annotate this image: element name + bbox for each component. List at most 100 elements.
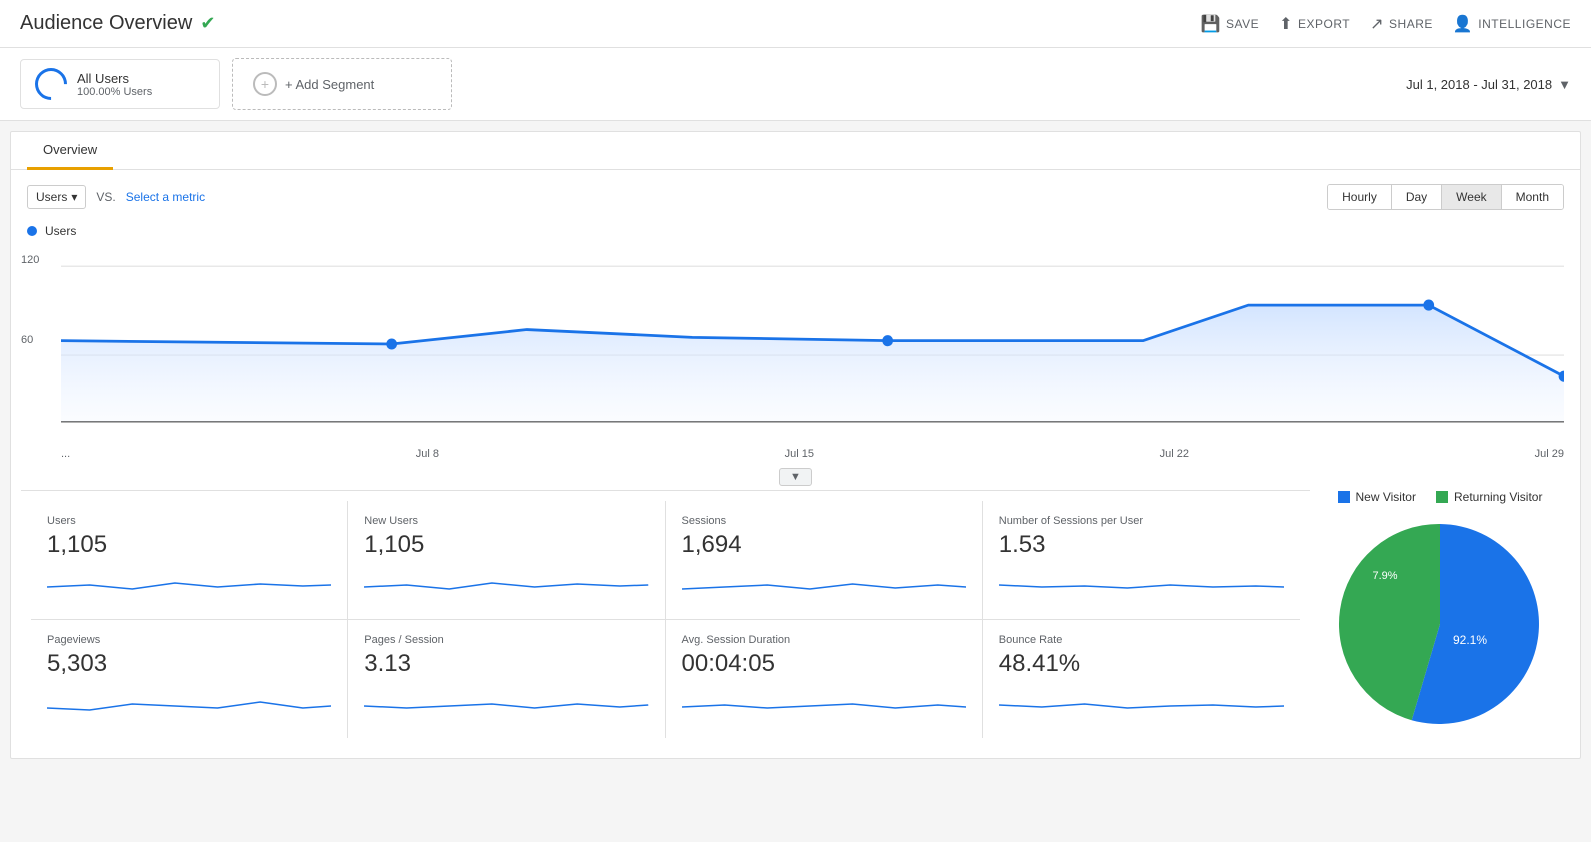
chart-point [882, 335, 893, 346]
time-btn-day[interactable]: Day [1392, 185, 1442, 209]
add-segment-label: + Add Segment [285, 77, 374, 92]
sparkline-new-users [364, 567, 648, 602]
metric-card-bounce-rate: Bounce Rate 48.41% [983, 620, 1300, 738]
metric-label-pages-session: Pages / Session [364, 634, 648, 646]
returning-visitor-label: Returning Visitor [1454, 490, 1543, 504]
shield-icon: ✔ [200, 13, 215, 34]
metric-card-sessions: Sessions 1,694 [666, 501, 983, 620]
pie-legend: New Visitor Returning Visitor [1338, 490, 1543, 504]
pie-wrapper: New Visitor Returning Visitor [1310, 490, 1570, 748]
metric-dropdown-arrow: ▾ [71, 190, 77, 204]
returning-visitor-color-swatch [1436, 491, 1448, 503]
intelligence-icon: 👤 [1453, 14, 1473, 34]
chart-collapse-area: ▼ [11, 468, 1580, 486]
metric-label-sessions-per-user: Number of Sessions per User [999, 515, 1284, 527]
users-legend-dot [27, 226, 37, 236]
save-icon: 💾 [1201, 14, 1221, 34]
chart-area: 120 60 [11, 244, 1580, 444]
metric-card-new-users: New Users 1,105 [348, 501, 665, 620]
export-button[interactable]: ⬆ EXPORT [1279, 14, 1350, 34]
export-icon: ⬆ [1279, 14, 1293, 34]
metric-value-bounce-rate: 48.41% [999, 650, 1284, 678]
time-btn-hourly[interactable]: Hourly [1328, 185, 1392, 209]
metric-label-sessions: Sessions [682, 515, 966, 527]
header-actions: 💾 SAVE ⬆ EXPORT ↗ SHARE 👤 INTELLIGENCE [1201, 14, 1571, 34]
tab-overview[interactable]: Overview [27, 132, 113, 170]
x-label-jul29: Jul 29 [1535, 448, 1564, 460]
header-left: Audience Overview ✔ [20, 12, 215, 35]
time-btn-week[interactable]: Week [1442, 185, 1501, 209]
main-content: Overview Users ▾ VS. Select a metric Hou… [10, 131, 1581, 759]
time-btn-month[interactable]: Month [1502, 185, 1563, 209]
metric-value-new-users: 1,105 [364, 531, 648, 559]
share-icon: ↗ [1370, 14, 1384, 34]
chart-fill-area [61, 305, 1564, 422]
share-button[interactable]: ↗ SHARE [1370, 14, 1433, 34]
all-users-segment[interactable]: All Users 100.00% Users [20, 59, 220, 109]
segment-name: All Users [77, 71, 152, 86]
metric-value-avg-session: 00:04:05 [682, 650, 966, 678]
save-button[interactable]: 💾 SAVE [1201, 14, 1260, 34]
date-range-text: Jul 1, 2018 - Jul 31, 2018 [1406, 77, 1552, 92]
metric-selector: Users ▾ VS. Select a metric [27, 185, 205, 209]
sparkline-pages-session [364, 686, 648, 721]
x-label-jul8: Jul 8 [416, 448, 439, 460]
metric-dropdown-label: Users [36, 190, 67, 204]
select-metric-link[interactable]: Select a metric [126, 190, 205, 204]
segments-bar: All Users 100.00% Users + + Add Segment … [0, 48, 1591, 121]
chart-point [386, 338, 397, 349]
metric-card-pages-session: Pages / Session 3.13 [348, 620, 665, 738]
new-visitor-label: New Visitor [1356, 490, 1416, 504]
metric-card-users: Users 1,105 [31, 501, 348, 620]
segment-info: All Users 100.00% Users [77, 71, 152, 98]
metric-label-avg-session: Avg. Session Duration [682, 634, 966, 646]
chart-legend: Users [11, 218, 1580, 244]
pie-label-returning-visitor: 7.9% [1372, 570, 1397, 582]
chart-controls: Users ▾ VS. Select a metric Hourly Day W… [11, 170, 1580, 218]
metric-value-pageviews: 5,303 [47, 650, 331, 678]
metric-label-bounce-rate: Bounce Rate [999, 634, 1284, 646]
segment-pct: 100.00% Users [77, 86, 152, 98]
main-chart-svg [61, 244, 1564, 444]
metric-value-sessions-per-user: 1.53 [999, 531, 1284, 559]
add-segment-icon: + [253, 72, 277, 96]
metric-dropdown[interactable]: Users ▾ [27, 185, 86, 209]
metric-card-pageviews: Pageviews 5,303 [31, 620, 348, 738]
intelligence-button[interactable]: 👤 INTELLIGENCE [1453, 14, 1571, 34]
add-segment-button[interactable]: + + Add Segment [232, 58, 452, 110]
metric-label-pageviews: Pageviews [47, 634, 331, 646]
metric-card-avg-session: Avg. Session Duration 00:04:05 [666, 620, 983, 738]
new-visitor-color-swatch [1338, 491, 1350, 503]
segment-donut-icon [28, 61, 73, 106]
date-range-picker[interactable]: Jul 1, 2018 - Jul 31, 2018 ▼ [1406, 77, 1571, 92]
outer-wrapper: Users 1,105 New Users 1,105 Sessions 1,6… [11, 490, 1580, 758]
metric-value-pages-session: 3.13 [364, 650, 648, 678]
y-label-60: 60 [21, 334, 33, 346]
metric-label-new-users: New Users [364, 515, 648, 527]
metrics-section: Users 1,105 New Users 1,105 Sessions 1,6… [21, 490, 1310, 748]
x-label-jul15: Jul 15 [785, 448, 814, 460]
users-legend-label: Users [45, 224, 76, 238]
chart-x-labels: ... Jul 8 Jul 15 Jul 22 Jul 29 [11, 444, 1580, 464]
chart-point [1423, 300, 1434, 311]
legend-returning-visitor: Returning Visitor [1436, 490, 1543, 504]
chart-collapse-button[interactable]: ▼ [779, 468, 812, 486]
metric-value-users: 1,105 [47, 531, 331, 559]
sparkline-avg-session [682, 686, 966, 721]
pie-chart-svg: 92.1% 7.9% [1330, 514, 1550, 734]
y-label-120: 120 [21, 254, 39, 266]
sparkline-sessions [682, 567, 966, 602]
tab-bar: Overview [11, 132, 1580, 170]
vs-label: VS. [96, 190, 115, 204]
legend-new-visitor: New Visitor [1338, 490, 1416, 504]
time-range-buttons: Hourly Day Week Month [1327, 184, 1564, 210]
metric-value-sessions: 1,694 [682, 531, 966, 559]
metric-label-users: Users [47, 515, 331, 527]
sparkline-users [47, 567, 331, 602]
header: Audience Overview ✔ 💾 SAVE ⬆ EXPORT ↗ SH… [0, 0, 1591, 48]
segments-left: All Users 100.00% Users + + Add Segment [20, 58, 452, 110]
metric-card-sessions-per-user: Number of Sessions per User 1.53 [983, 501, 1300, 620]
x-label-jul22: Jul 22 [1160, 448, 1189, 460]
page-title: Audience Overview [20, 12, 192, 35]
metrics-grid: Users 1,105 New Users 1,105 Sessions 1,6… [21, 490, 1310, 748]
